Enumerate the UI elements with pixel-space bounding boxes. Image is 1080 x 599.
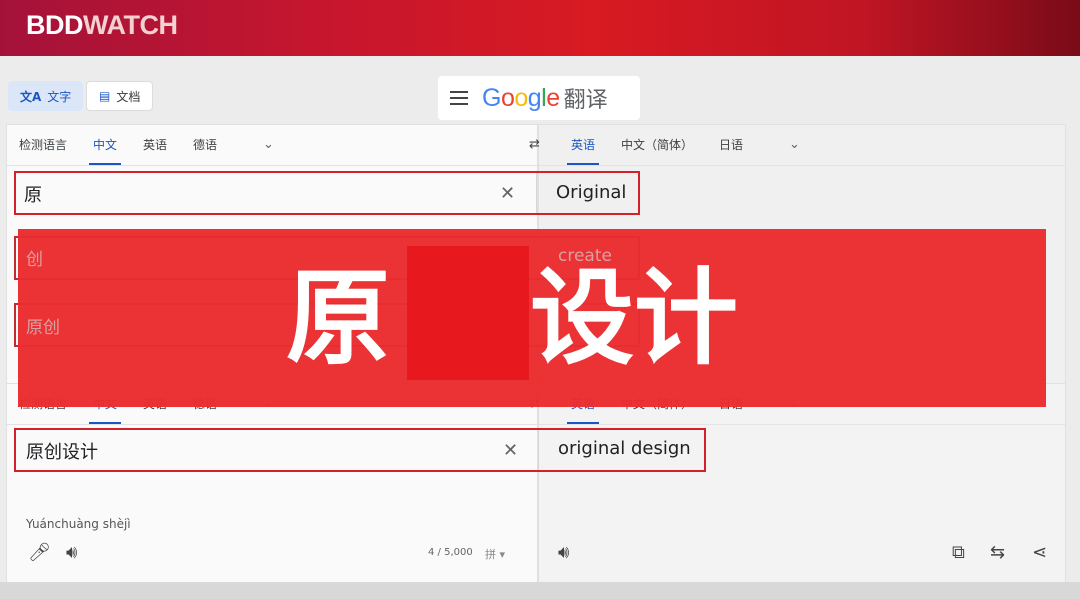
- lang-detect[interactable]: 检测语言: [19, 125, 67, 165]
- target-text-row-1: Original: [556, 182, 627, 203]
- speaker-icon[interactable]: 🔊︎: [558, 542, 569, 563]
- pinyin-text: Yuánchuàng shèjì: [26, 517, 131, 531]
- lang-german[interactable]: 德语: [193, 125, 217, 165]
- target-lang-japanese[interactable]: 日语: [719, 125, 743, 165]
- bottom-strip: [0, 582, 1080, 599]
- target-lang-chinese-simplified[interactable]: 中文（简体）: [621, 125, 693, 165]
- translate-icon: 文A: [20, 89, 42, 104]
- banner-char-1: 原: [286, 257, 391, 379]
- source-text-row-2: 创: [26, 250, 43, 270]
- document-icon: ▤: [99, 89, 111, 103]
- copy-icon[interactable]: ⧉: [952, 542, 965, 563]
- share-icon[interactable]: ⋖: [1032, 542, 1047, 563]
- brand-logo: BDDWATCH: [26, 10, 178, 40]
- redacted-block: [407, 246, 529, 380]
- lang-chinese[interactable]: 中文: [88, 125, 122, 165]
- input-method-selector[interactable]: 拼 ▾: [485, 546, 505, 562]
- menu-icon[interactable]: [450, 91, 468, 105]
- clear-icon[interactable]: ✕: [503, 440, 518, 461]
- chevron-down-icon[interactable]: ⌄: [263, 125, 274, 165]
- speaker-icon[interactable]: 🔊︎: [66, 542, 77, 563]
- chevron-down-icon[interactable]: ⌄: [789, 125, 800, 165]
- app-logo-bar: Google 翻译: [438, 76, 640, 120]
- google-logo: Google: [482, 83, 560, 112]
- target-text-result: original design: [558, 438, 691, 459]
- clear-icon[interactable]: ✕: [500, 183, 515, 204]
- target-panel-bottom: ⇄ 英语 中文（简体） 日语 ⌄: [529, 383, 1066, 583]
- microphone-icon[interactable]: 🎤︎: [28, 542, 51, 563]
- lang-english[interactable]: 英语: [143, 125, 167, 165]
- source-text-row-3: 原创: [26, 318, 60, 338]
- feedback-icon[interactable]: ⇆: [990, 542, 1005, 563]
- document-mode-chip[interactable]: ▤ 文档: [86, 81, 154, 111]
- source-text-result[interactable]: 原创设计: [26, 438, 98, 464]
- banner-char-2: 设计: [530, 257, 739, 379]
- source-text-row-1[interactable]: 原: [24, 181, 42, 207]
- text-mode-chip[interactable]: 文A 文字: [8, 81, 84, 111]
- document-mode-label: 文档: [116, 89, 141, 104]
- text-mode-label: 文字: [47, 89, 72, 104]
- char-counter: 4 / 5,000: [428, 547, 473, 558]
- target-lang-english[interactable]: 英语: [566, 125, 600, 165]
- highlight-row-1: [14, 171, 640, 215]
- swap-languages-icon[interactable]: ⇄: [529, 125, 540, 165]
- logo-suffix: 翻译: [563, 88, 608, 113]
